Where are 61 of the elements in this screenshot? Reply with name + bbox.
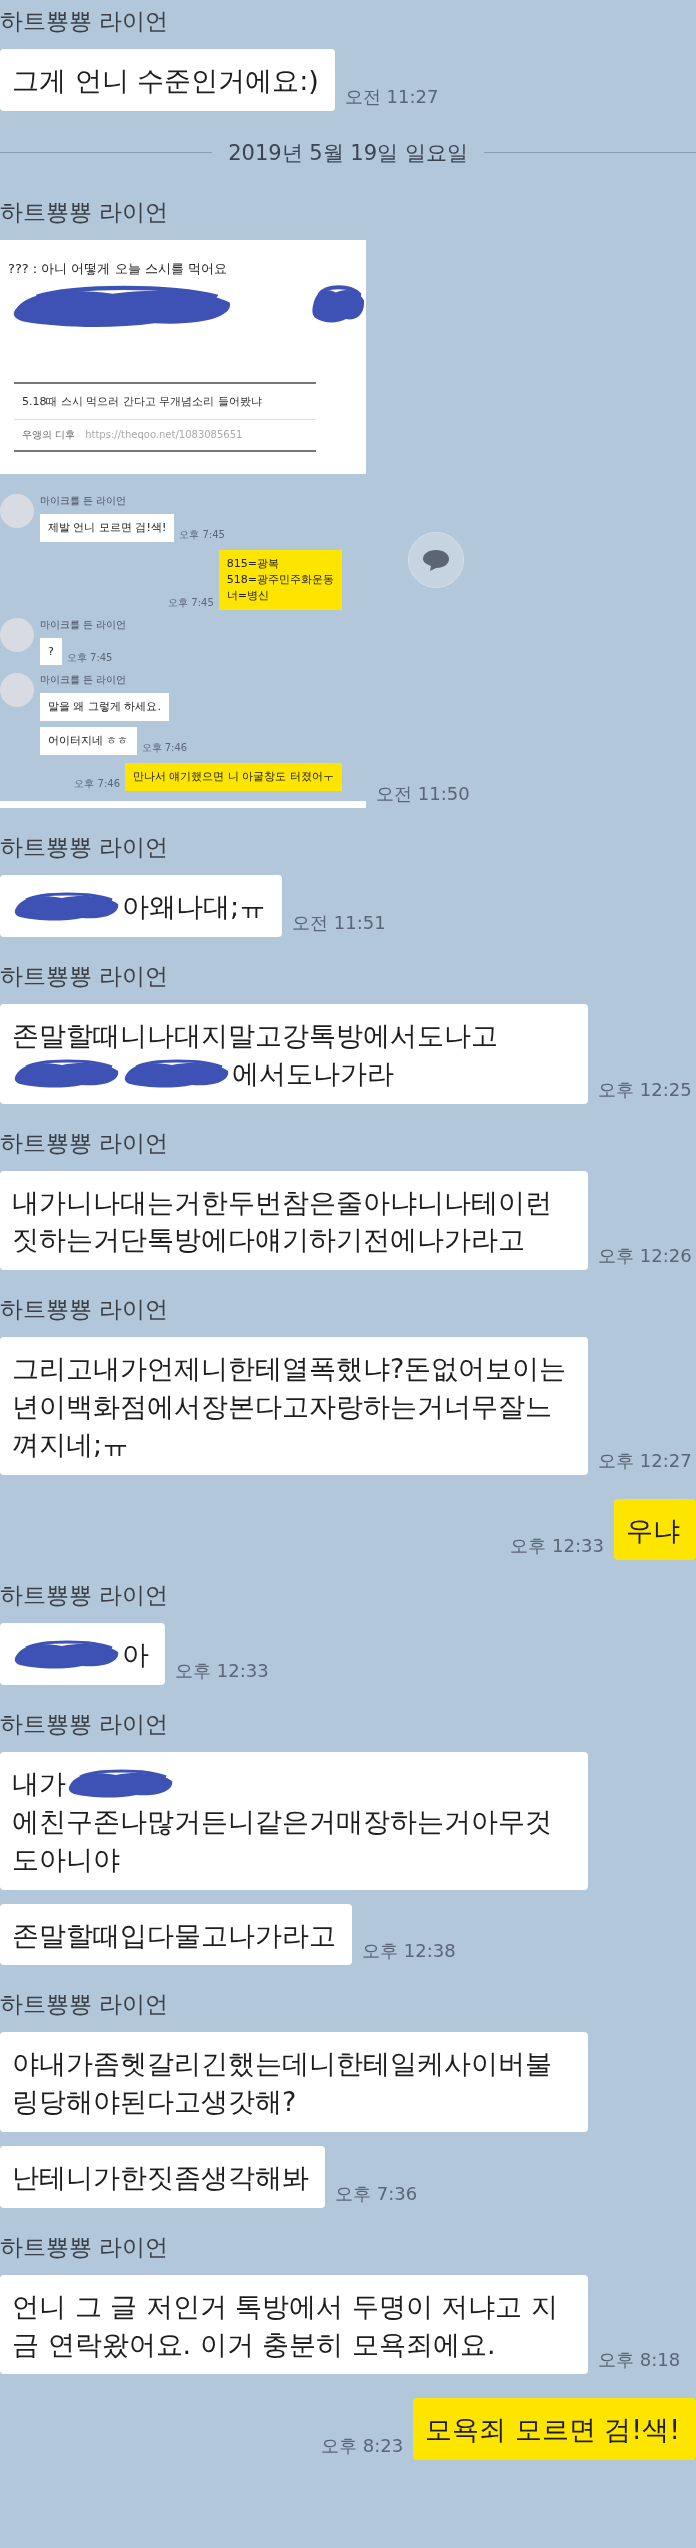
message-bubble: 말을 왜 그렇게 하세요.	[40, 693, 169, 722]
sender-name: 하트뿅뿅 라이언	[0, 1581, 169, 1611]
speech-bubble-icon	[422, 547, 450, 572]
sender-name: 마이크를 든 라이언	[40, 673, 127, 688]
message-time: 오후 12:27	[598, 1448, 692, 1473]
message-text: 아	[122, 1638, 149, 1673]
sender-name: 하트뿅뿅 라이언	[0, 1128, 169, 1158]
date-divider: 2019년 5월 19일 일요일	[228, 139, 468, 167]
sender-name: 하트뿅뿅 라이언	[0, 833, 169, 863]
message-time: 오후 7:36	[335, 2181, 418, 2206]
message-time: 오전 11:27	[344, 84, 439, 109]
message-text: 존말할때니나대지말고강톡방에서도나고	[12, 1019, 498, 1054]
sender-name: 하트뿅뿅 라이언	[0, 962, 169, 992]
message-text: 야내가좀헷갈리긴했는데니한테일케사이버불링당해야된다고생갓해?	[12, 2047, 553, 2120]
message-bubble: 815=광복 518=광주민주화운동 너=병신	[218, 549, 342, 610]
message-text: 우냐	[626, 1513, 680, 1548]
link-title: 5.18때 스시 먹으러 간다고 무개념소리 들어봤냐	[14, 383, 316, 420]
message-text: 그게 언니 수준인거에요:)	[12, 64, 319, 98]
message-text: 모욕죄 모르면 검!색!	[425, 2413, 680, 2448]
post-title: ??? : 아니 어떻게 오늘 스시를 먹어요	[8, 259, 228, 278]
message-time: 오후 7:46	[141, 741, 188, 756]
sender-name: 하트뿅뿅 라이언	[0, 197, 169, 227]
message-time: 오후 12:25	[598, 1077, 692, 1102]
message-text: 에서도나가라	[232, 1056, 394, 1091]
message-text: 내가니나대는거한두번참은줄아냐니나테이런짓하는거단톡방에다얘기하기전에나가라고	[12, 1185, 553, 1258]
message-time: 오후 8:18	[598, 2348, 681, 2373]
message-time: 오후 7:45	[168, 595, 214, 610]
message-time: 오후 12:33	[175, 1659, 269, 1684]
sender-name: 마이크를 든 라이언	[40, 617, 127, 632]
message-text: 언니 그 글 저인거 톡방에서 두명이 저냐고 지금 연락왔어요. 이거 충분히 모욕죄에요.	[12, 2289, 560, 2362]
message-time: 오전 11:51	[292, 911, 386, 936]
message-text: 에친구존나많거든니같은거매장하는거아무것도아니야	[12, 1805, 553, 1877]
message-text: 내가	[12, 1767, 66, 1802]
message-time: 오후 7:45	[179, 527, 225, 542]
sender-name: 하트뿅뿅 라이언	[0, 2232, 169, 2262]
sender-name: 마이크를 든 라이언	[40, 493, 127, 508]
message-text: 그리고내가언제니한테열폭했냐?돈없어보이는년이백화점에서장본다고자랑하는거너무잘느껴지네;ㅠ	[12, 1352, 568, 1462]
link-card[interactable]: 5.18때 스시 먹으러 간다고 무개념소리 들어봤냐 우앵의 디후 https://theqoo.net/1083085651	[14, 381, 316, 452]
message-time: 오후 12:26	[598, 1244, 692, 1269]
avatar	[0, 493, 34, 528]
message-text: 존말할때입다물고나가라고	[12, 1918, 336, 1953]
message-time: 오후 12:38	[362, 1939, 456, 1964]
avatar	[0, 673, 34, 708]
message-text: 난테니가한짓좀생각해봐	[12, 2161, 309, 2196]
sender-name: 하트뿅뿅 라이언	[0, 1990, 169, 2020]
message-bubble: 만나서 얘기했으면 니 아굴창도 터졌어ㅜ	[125, 763, 342, 792]
message-bubble: 어이터지네 ㅎㅎ	[40, 727, 137, 756]
sender-name: 하트뿅뿅 라이언	[0, 1295, 169, 1325]
avatar	[0, 617, 34, 652]
message-time: 오전 11:50	[376, 782, 470, 807]
link-url: https://theqoo.net/1083085651	[85, 429, 243, 441]
message-time: 오후 12:33	[510, 1534, 604, 1559]
link-source: 우앵의 디후	[22, 427, 76, 442]
message-bubble: ?	[40, 637, 62, 666]
message-time: 오후 7:46	[74, 777, 120, 792]
message-time: 오후 8:23	[321, 2434, 404, 2459]
sender-name: 하트뿅뿅 라이언	[0, 1710, 169, 1740]
sender-name: 하트뿅뿅 라이언	[0, 7, 169, 36]
message-bubble: 제발 언니 모르면 검!색!	[40, 513, 175, 542]
message-text: 아왜나대;ㅠ	[122, 890, 267, 925]
message-time: 오후 7:45	[66, 651, 113, 666]
